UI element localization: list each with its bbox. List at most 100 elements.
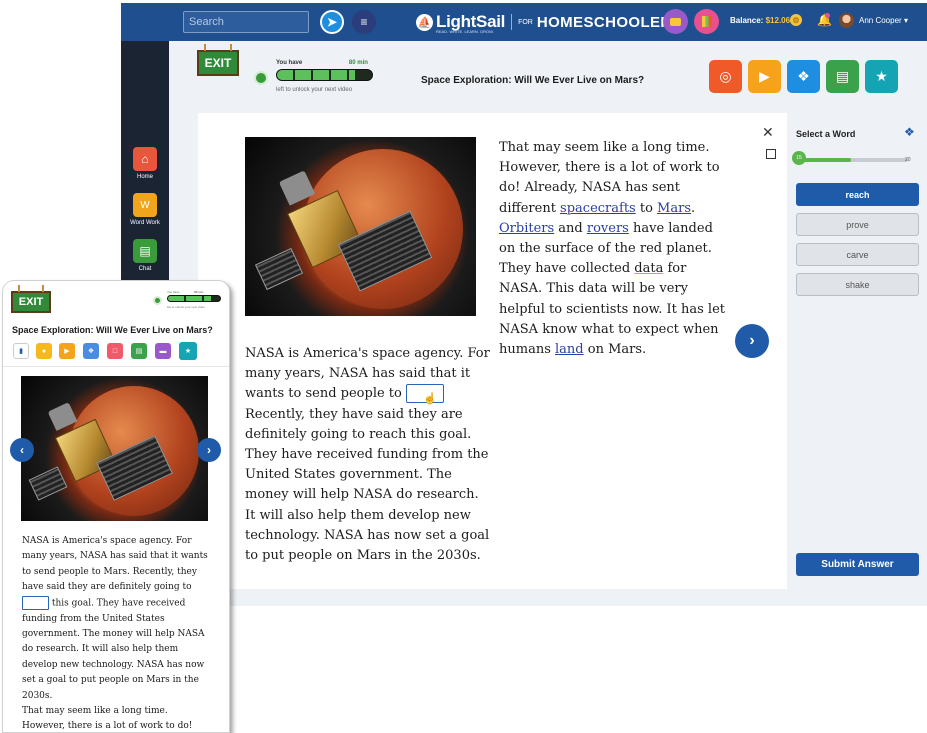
time-progress-fill [277, 70, 355, 80]
nav-item-chat[interactable]: ▤ Chat [121, 239, 169, 272]
word-choice-prove[interactable]: prove [796, 213, 919, 236]
library-icon[interactable] [694, 9, 719, 34]
ear-icon: ❖ [797, 68, 810, 84]
coin-icon: ⚙ [790, 14, 802, 26]
nav-item-home[interactable]: ⌂ Home [121, 147, 169, 180]
mobile-time-label: You have 80 min [167, 290, 203, 294]
mobile-answer-blank[interactable] [22, 595, 49, 610]
mobile-tool-star[interactable]: ★ [179, 342, 197, 360]
hand-cursor-icon: ☝ [423, 392, 437, 406]
vocab-link-mars[interactable]: Mars [657, 201, 691, 216]
answer-blank[interactable]: ☝ [406, 384, 444, 405]
paragraph-1: NASA is America's space agency. For many… [245, 344, 491, 566]
star-icon: ★ [875, 68, 888, 84]
star-icon: ★ [184, 348, 192, 355]
mobile-exit-label: EXIT [18, 296, 44, 308]
balance-value: $12.06 [765, 16, 791, 25]
exit-button[interactable]: EXIT [197, 44, 239, 76]
nav-item-word-work[interactable]: W Word Work [121, 193, 169, 226]
word-choice-label: shake [845, 279, 870, 290]
mobile-tool-audio[interactable]: ❖ [83, 343, 99, 359]
mobile-prev-button[interactable]: ‹ [10, 438, 34, 462]
para2-text: on Mars. [583, 342, 647, 358]
mobile-text-before: NASA is America's space agency. For many… [22, 536, 208, 593]
nav-label: Home [136, 174, 153, 180]
word-choice-reach[interactable]: reach [796, 183, 919, 206]
submit-label: Submit Answer [821, 559, 894, 570]
mobile-tool-folder[interactable]: ▬ [155, 343, 171, 359]
vocab-link-data[interactable]: data [634, 261, 663, 276]
compass-icon[interactable]: ➤ [320, 10, 344, 34]
tool-book-button[interactable]: ▤ [826, 60, 859, 93]
external-link-icon[interactable] [766, 149, 776, 159]
word-select-panel: Select a Word ❖ 15 20 reach prove carve … [787, 113, 927, 589]
close-icon[interactable]: ✕ [762, 124, 774, 141]
logo-separator [511, 14, 513, 30]
paragraph-1-after: Recently, they have said they are defini… [245, 406, 490, 564]
word-choice-carve[interactable]: carve [796, 243, 919, 266]
filter-icon[interactable]: ≡ [352, 10, 376, 34]
lightbulb-icon: ● [41, 347, 47, 355]
tool-video-button[interactable]: ▶ [748, 60, 781, 93]
nav-label: Word Work [130, 220, 160, 226]
notification-dot [825, 13, 830, 18]
mobile-exit-button[interactable]: EXIT [11, 285, 51, 313]
mobile-mars-spacecraft-image [21, 376, 208, 521]
home-icon: ⌂ [133, 147, 157, 171]
para2-text: to [635, 200, 658, 216]
time-unit: min [357, 60, 368, 66]
mars-spacecraft-image [245, 137, 476, 316]
avatar[interactable] [839, 13, 854, 28]
tool-audio-button[interactable]: ❖ [787, 60, 820, 93]
time-label: You have 80 min [276, 60, 368, 66]
exit-label: EXIT [204, 56, 232, 70]
chat-icon: ▤ [133, 239, 157, 263]
ear-icon[interactable]: ❖ [904, 125, 915, 139]
search-input[interactable]: Search [183, 11, 309, 33]
mobile-text-more: That may seem like a long time. However,… [22, 705, 193, 732]
top-bar: Search ➤ ≡ ⛵ LightSail READ. WRITE. LEAR… [121, 3, 927, 41]
balance-label: Balance: [730, 16, 764, 25]
chevron-right-icon: › [749, 332, 755, 349]
mobile-tool-comment[interactable]: □ [107, 343, 123, 359]
mobile-time-target-icon [153, 296, 162, 305]
mobile-next-button[interactable]: › [197, 438, 221, 462]
balance[interactable]: Balance: $12.06 [730, 16, 790, 25]
time-value: 80 [348, 60, 356, 66]
mobile-tool-book[interactable]: ▤ [131, 343, 147, 359]
user-name: Ann Cooper [859, 16, 902, 25]
folder-icon: ▬ [159, 347, 167, 355]
messages-icon[interactable] [663, 9, 688, 34]
mobile-header: EXIT You have 80 min left to unlock your… [3, 281, 229, 367]
user-menu[interactable]: Ann Cooper ▾ [859, 16, 908, 25]
submit-answer-button[interactable]: Submit Answer [796, 553, 919, 576]
paragraph-1-before: NASA is America's space agency. For many… [245, 346, 490, 402]
book-icon: ▤ [135, 348, 143, 355]
mobile-time-progress-bar [167, 295, 221, 302]
play-icon: ▶ [759, 68, 770, 84]
mobile-time-progress-fill [168, 296, 211, 301]
time-sub-label: left to unlock your next video [276, 87, 353, 93]
lightsail-logo[interactable]: ⛵ LightSail READ. WRITE. LEARN. GROW. FO… [416, 11, 682, 34]
mobile-time-prefix: You have [167, 290, 180, 294]
stage: Search ➤ ≡ ⛵ LightSail READ. WRITE. LEAR… [0, 0, 927, 733]
next-page-button[interactable]: › [735, 324, 769, 358]
vocab-link-land[interactable]: land [555, 342, 584, 357]
chevron-left-icon: ‹ [20, 443, 24, 457]
time-progress-bar [276, 69, 373, 81]
word-progress-fill [799, 158, 852, 162]
chevron-down-icon: ▾ [903, 16, 908, 25]
vocab-link-orbiters[interactable]: Orbiters [499, 221, 554, 236]
tool-target-button[interactable]: ◎ [709, 60, 742, 93]
mobile-tool-sidebar[interactable]: ▮ [13, 343, 29, 359]
mobile-text-after: this goal. They have received funding fr… [22, 598, 205, 701]
vocab-link-rovers[interactable]: rovers [587, 221, 629, 236]
ear-icon: ❖ [87, 348, 95, 355]
vocab-link-spacecrafts[interactable]: spacecrafts [560, 201, 636, 216]
tool-star-button[interactable]: ★ [865, 60, 898, 93]
mobile-time-sub: left to unlock your next video [167, 305, 206, 309]
word-choice-shake[interactable]: shake [796, 273, 919, 296]
mobile-tool-hint[interactable]: ● [36, 343, 52, 359]
mobile-tool-video[interactable]: ▶ [59, 343, 75, 359]
mobile-solar-panel-left [28, 466, 68, 501]
